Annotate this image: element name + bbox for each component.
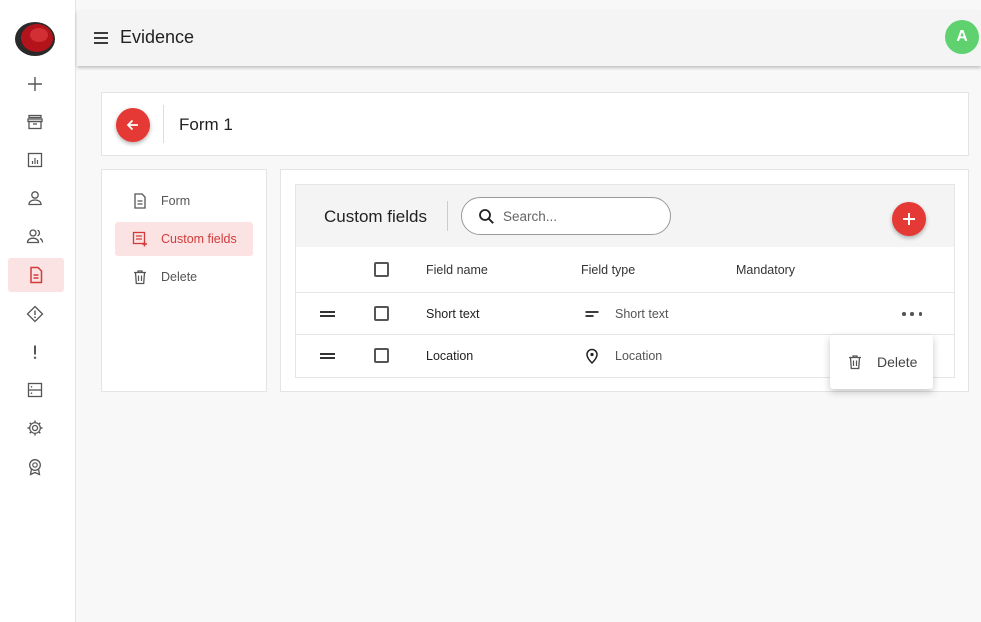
add-field-button[interactable] bbox=[892, 202, 926, 236]
row-context-menu[interactable]: Delete bbox=[830, 335, 933, 389]
custom-fields-icon bbox=[132, 231, 148, 247]
field-type-label: Short text bbox=[615, 307, 669, 321]
exclamation-icon[interactable] bbox=[19, 336, 51, 368]
field-name-cell: Short text bbox=[426, 307, 480, 321]
drag-handle-icon[interactable] bbox=[320, 353, 335, 359]
search-input[interactable] bbox=[503, 208, 653, 224]
custom-fields-toolbar: Custom fields bbox=[296, 185, 954, 247]
plus-icon[interactable] bbox=[19, 68, 51, 100]
trash-icon bbox=[849, 355, 861, 370]
drag-handle-icon[interactable] bbox=[320, 311, 335, 317]
location-pin-icon bbox=[584, 348, 600, 364]
left-rail bbox=[0, 0, 76, 622]
delete-menu-item[interactable]: Delete bbox=[877, 354, 917, 370]
row-checkbox[interactable] bbox=[374, 348, 389, 363]
side-nav-label: Delete bbox=[161, 270, 198, 284]
search-icon bbox=[479, 208, 494, 224]
side-nav-label: Custom fields bbox=[161, 232, 237, 246]
trash-icon bbox=[132, 269, 148, 285]
user-icon[interactable] bbox=[19, 182, 51, 214]
document-icon[interactable] bbox=[8, 258, 64, 292]
form-side-nav: Form Custom fields Delete bbox=[101, 169, 267, 392]
field-type-cell: Short text bbox=[584, 293, 669, 335]
arrow-left-icon bbox=[126, 119, 138, 131]
users-icon[interactable] bbox=[19, 220, 51, 252]
award-icon[interactable] bbox=[19, 451, 51, 483]
table-row[interactable]: Short text Short text bbox=[296, 293, 954, 335]
field-type-cell: Location bbox=[584, 335, 662, 377]
field-type-label: Location bbox=[615, 349, 663, 363]
app-title: Evidence bbox=[120, 27, 195, 47]
table-header-row: Field name Field type Mandatory bbox=[296, 247, 954, 293]
field-name-cell: Location bbox=[426, 349, 474, 363]
search-box[interactable] bbox=[461, 197, 671, 235]
column-header-field-type[interactable]: Field type bbox=[581, 247, 635, 293]
short-text-icon bbox=[584, 306, 600, 322]
side-nav-delete[interactable]: Delete bbox=[115, 260, 253, 294]
side-nav-custom-fields[interactable]: Custom fields bbox=[115, 222, 253, 256]
report-icon[interactable] bbox=[19, 144, 51, 176]
top-app-bar: Evidence A bbox=[77, 10, 981, 66]
column-header-mandatory[interactable]: Mandatory bbox=[736, 247, 795, 293]
back-button[interactable] bbox=[116, 108, 150, 142]
warning-diamond-icon[interactable] bbox=[19, 298, 51, 330]
server-icon[interactable] bbox=[19, 374, 51, 406]
app-logo[interactable] bbox=[14, 20, 56, 58]
select-all-checkbox[interactable] bbox=[374, 262, 389, 277]
user-avatar[interactable]: A bbox=[945, 20, 979, 54]
divider bbox=[447, 201, 448, 231]
column-header-field-name[interactable]: Field name bbox=[426, 247, 488, 293]
side-nav-form[interactable]: Form bbox=[115, 184, 253, 218]
form-title: Form 1 bbox=[179, 115, 233, 134]
row-checkbox[interactable] bbox=[374, 306, 389, 321]
divider bbox=[163, 105, 164, 143]
more-options-icon[interactable] bbox=[902, 307, 922, 321]
hamburger-menu-icon[interactable] bbox=[93, 28, 109, 48]
gear-icon[interactable] bbox=[19, 412, 51, 444]
section-title: Custom fields bbox=[324, 207, 427, 226]
plus-icon bbox=[903, 213, 915, 225]
archive-icon[interactable] bbox=[19, 106, 51, 138]
form-header-card: Form 1 bbox=[101, 92, 969, 156]
document-icon bbox=[132, 193, 148, 209]
side-nav-label: Form bbox=[161, 194, 191, 208]
